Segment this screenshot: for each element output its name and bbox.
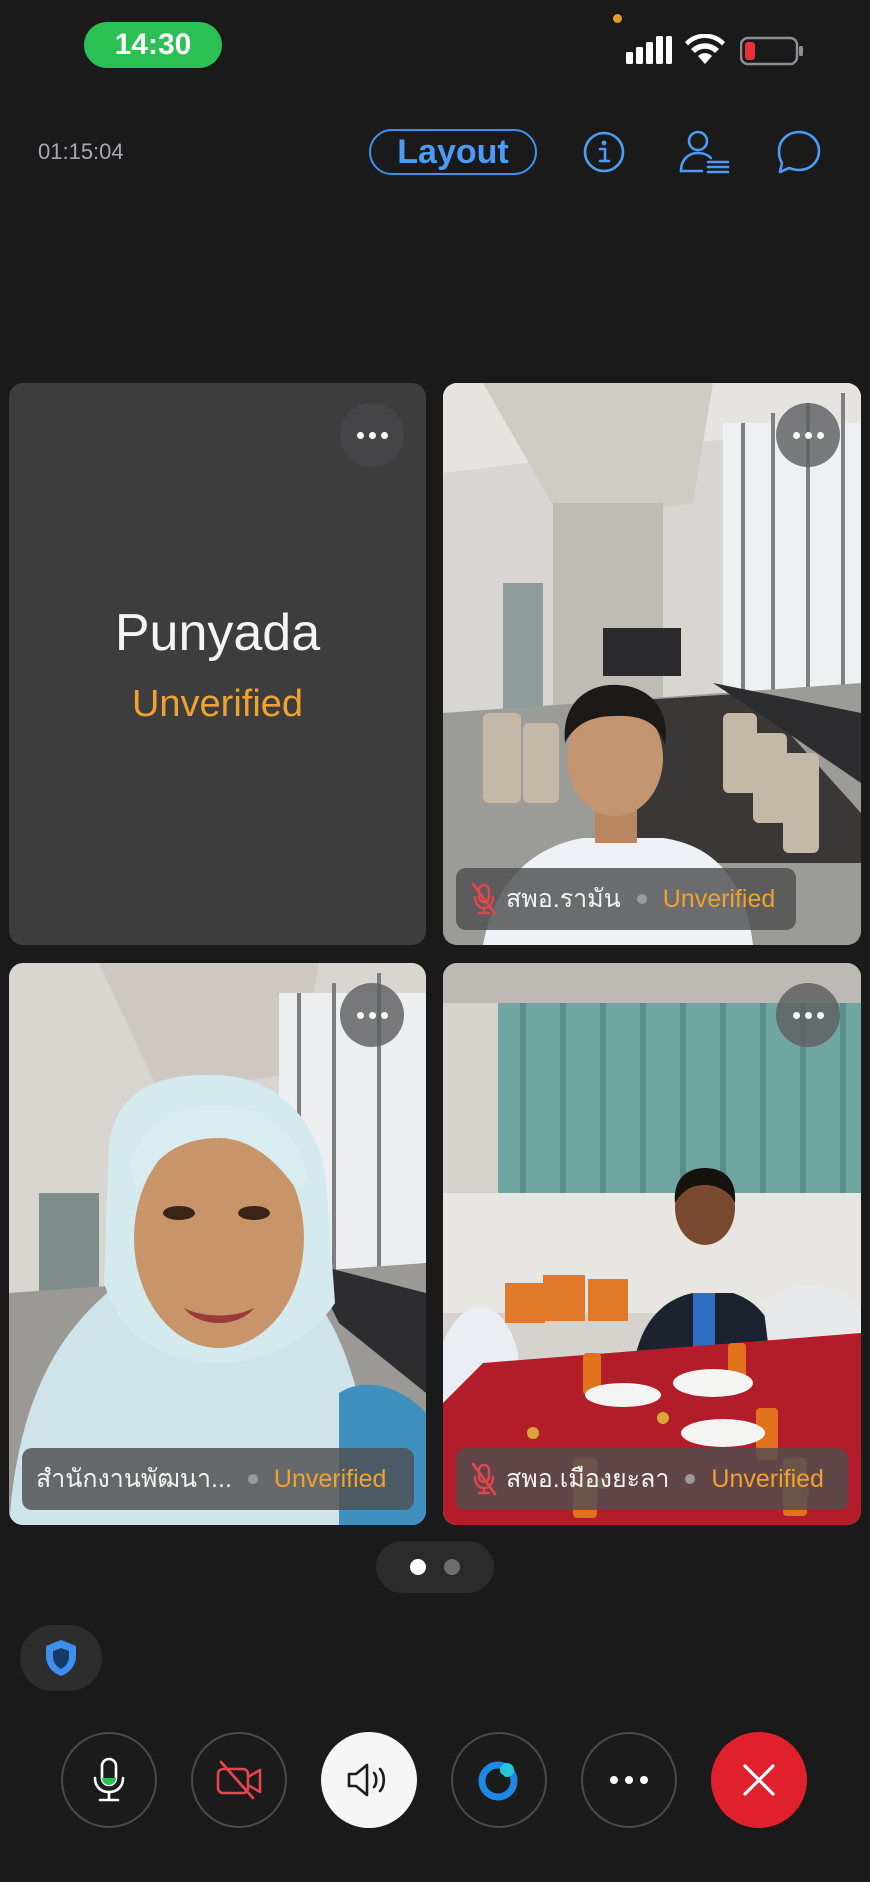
info-icon[interactable]: [579, 126, 629, 178]
more-options-button[interactable]: [340, 983, 404, 1047]
more-options-button[interactable]: [776, 403, 840, 467]
microphone-off-icon: [471, 1462, 497, 1496]
page-dot-active[interactable]: [410, 1559, 426, 1575]
more-icon: [356, 431, 388, 439]
participant-verification: Unverified: [711, 1464, 824, 1493]
participant-verification: Unverified: [662, 884, 776, 913]
privacy-indicator-dot: [613, 14, 622, 23]
microphone-button[interactable]: [61, 1732, 157, 1828]
chat-icon[interactable]: [773, 126, 825, 178]
separator-dot: [636, 894, 647, 904]
page-dot[interactable]: [444, 1559, 460, 1575]
end-call-icon: [743, 1764, 775, 1796]
battery-icon: [740, 36, 803, 66]
more-button[interactable]: [581, 1732, 677, 1828]
copilot-icon: [478, 1761, 518, 1801]
shield-icon: [46, 1640, 76, 1676]
call-duration: 01:15:04: [38, 139, 124, 164]
speaker-button[interactable]: [321, 1732, 417, 1828]
end-call-button[interactable]: [711, 1732, 807, 1828]
participant-tile-mueang-yala[interactable]: สพอ.เมืองยะลา Unverified: [443, 963, 861, 1525]
participant-tile-office[interactable]: สำนักงานพัฒนา... Unverified: [9, 963, 426, 1525]
participant-tile-raman[interactable]: สพอ.รามัน Unverified: [443, 383, 861, 945]
participant-verification: Unverified: [273, 1464, 387, 1493]
more-icon: [792, 431, 824, 439]
camera-off-icon: [216, 1760, 262, 1800]
microphone-icon: [93, 1757, 125, 1802]
participant-name: สพอ.รามัน: [506, 885, 621, 913]
page-indicator[interactable]: [376, 1541, 494, 1593]
cellular-signal-icon: [626, 36, 672, 64]
participant-name-label: สำนักงานพัฒนา... Unverified: [22, 1448, 414, 1510]
security-button[interactable]: [20, 1625, 102, 1691]
wifi-icon: [685, 34, 725, 64]
camera-button[interactable]: [191, 1732, 287, 1828]
speaker-icon: [347, 1763, 386, 1797]
separator-dot: [247, 1474, 258, 1484]
more-options-button[interactable]: [776, 983, 840, 1047]
more-icon: [792, 1011, 824, 1019]
participant-name-label: สพอ.รามัน Unverified: [456, 868, 796, 930]
more-options-button[interactable]: [340, 403, 404, 467]
participant-video: [443, 383, 861, 945]
participant-video: [443, 963, 861, 1525]
participant-verification: Unverified: [131, 683, 304, 725]
participant-video: [9, 963, 426, 1525]
participants-icon[interactable]: [676, 126, 732, 178]
copilot-button[interactable]: [451, 1732, 547, 1828]
microphone-off-icon: [471, 882, 497, 916]
participant-name: สพอ.เมืองยะลา: [506, 1465, 670, 1493]
layout-button[interactable]: Layout: [369, 129, 537, 175]
participant-name-label: สพอ.เมืองยะลา Unverified: [456, 1448, 848, 1510]
more-icon: [356, 1011, 388, 1019]
participant-name: Punyada: [114, 604, 321, 662]
more-icon: [610, 1776, 648, 1784]
status-time: 14:30: [84, 22, 222, 68]
participant-tile-punyada[interactable]: Punyada Unverified: [9, 383, 426, 945]
participant-name: สำนักงานพัฒนา...: [36, 1465, 232, 1493]
separator-dot: [685, 1474, 696, 1484]
